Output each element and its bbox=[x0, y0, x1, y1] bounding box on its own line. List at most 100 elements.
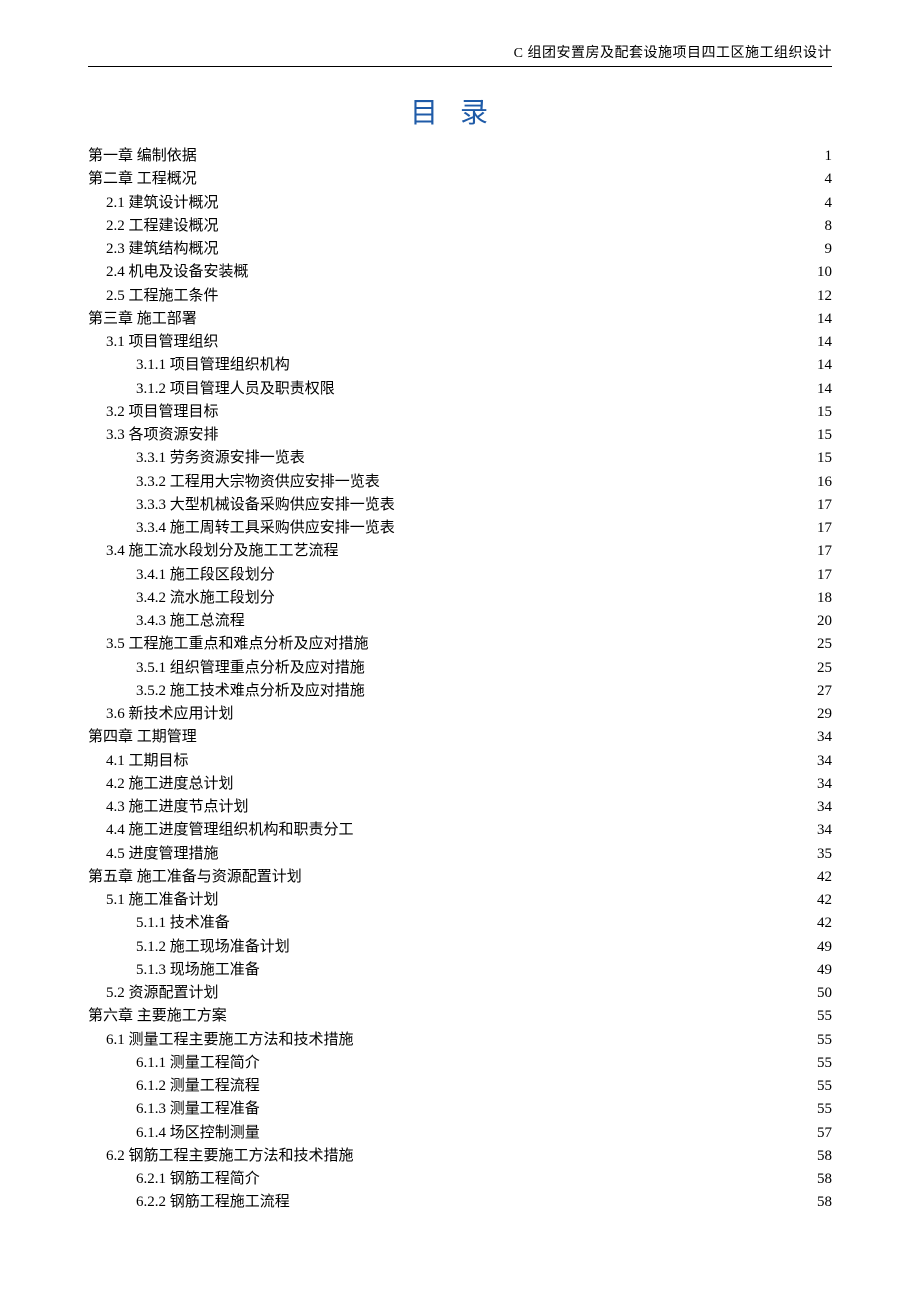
toc-entry-label: 3.5 工程施工重点和难点分析及应对措施 bbox=[106, 633, 369, 656]
toc-entry-page: 34 bbox=[817, 773, 832, 796]
toc-entry-label: 第三章 施工部署 bbox=[88, 308, 197, 331]
toc-entry-label: 2.4 机电及设备安装概 bbox=[106, 261, 249, 284]
toc-entry-label: 3.1.2 项目管理人员及职责权限 bbox=[136, 378, 335, 401]
toc-entry-page: 55 bbox=[817, 1075, 832, 1098]
toc-entry-page: 25 bbox=[817, 657, 832, 680]
toc-entry-label: 2.1 建筑设计概况 bbox=[106, 192, 219, 215]
toc-row: 3.1.1 项目管理组织机构 14 bbox=[88, 354, 832, 377]
toc-row: 3.3.1 劳务资源安排一览表15 bbox=[88, 447, 832, 470]
toc-row: 第六章 主要施工方案55 bbox=[88, 1005, 832, 1028]
toc-row: 4.4 施工进度管理组织机构和职责分工 34 bbox=[88, 819, 832, 842]
toc-entry-page: 17 bbox=[817, 494, 832, 517]
toc-row: 3.4.3 施工总流程20 bbox=[88, 610, 832, 633]
toc-row: 3.4.2 流水施工段划分 18 bbox=[88, 587, 832, 610]
toc-row: 5.2 资源配置计划50 bbox=[88, 982, 832, 1005]
toc-row: 6.1.2 测量工程流程 55 bbox=[88, 1075, 832, 1098]
table-of-contents: 第一章 编制依据 1第二章 工程概况42.1 建筑设计概况 4 2.2 工程建设概况 8… bbox=[88, 145, 832, 1215]
header-text: C 组团安置房及配套设施项目四工区施工组织设计 bbox=[514, 46, 832, 61]
toc-row: 3.3 各项资源安排15 bbox=[88, 424, 832, 447]
toc-entry-label: 6.2.1 钢筋工程简介 bbox=[136, 1168, 260, 1191]
toc-entry-label: 4.4 施工进度管理组织机构和职责分工 bbox=[106, 819, 354, 842]
toc-entry-page: 17 bbox=[817, 540, 832, 563]
toc-entry-page: 58 bbox=[817, 1168, 832, 1191]
toc-entry-label: 2.2 工程建设概况 bbox=[106, 215, 219, 238]
toc-row: 4.2 施工进度总计划34 bbox=[88, 773, 832, 796]
toc-row: 5.1.2 施工现场准备计划 49 bbox=[88, 936, 832, 959]
toc-row: 3.5 工程施工重点和难点分析及应对措施25 bbox=[88, 633, 832, 656]
toc-entry-label: 5.1.2 施工现场准备计划 bbox=[136, 936, 290, 959]
toc-entry-label: 3.3.3 大型机械设备采购供应安排一览表 bbox=[136, 494, 395, 517]
toc-entry-page: 9 bbox=[825, 238, 833, 261]
toc-entry-label: 3.4 施工流水段划分及施工工艺流程 bbox=[106, 540, 339, 563]
toc-row: 3.3.2 工程用大宗物资供应安排一览表16 bbox=[88, 471, 832, 494]
toc-entry-page: 29 bbox=[817, 703, 832, 726]
toc-entry-page: 35 bbox=[817, 843, 832, 866]
toc-entry-page: 14 bbox=[817, 354, 832, 377]
toc-entry-label: 第六章 主要施工方案 bbox=[88, 1005, 227, 1028]
toc-entry-label: 4.5 进度管理措施 bbox=[106, 843, 219, 866]
toc-row: 4.3 施工进度节点计划 34 bbox=[88, 796, 832, 819]
toc-row: 2.4 机电及设备安装概 10 bbox=[88, 261, 832, 284]
toc-entry-label: 3.5.2 施工技术难点分析及应对措施 bbox=[136, 680, 365, 703]
toc-entry-label: 2.5 工程施工条件 bbox=[106, 285, 219, 308]
toc-entry-page: 8 bbox=[825, 215, 833, 238]
toc-entry-page: 34 bbox=[817, 819, 832, 842]
toc-row: 第五章 施工准备与资源配置计划42 bbox=[88, 866, 832, 889]
toc-entry-label: 3.1 项目管理组织 bbox=[106, 331, 219, 354]
toc-row: 2.5 工程施工条件12 bbox=[88, 285, 832, 308]
toc-row: 3.3.4 施工周转工具采购供应安排一览表17 bbox=[88, 517, 832, 540]
toc-entry-page: 49 bbox=[817, 936, 832, 959]
toc-entry-page: 42 bbox=[817, 866, 832, 889]
toc-entry-label: 4.3 施工进度节点计划 bbox=[106, 796, 249, 819]
toc-row: 第四章 工期管理 34 bbox=[88, 726, 832, 749]
toc-entry-label: 第一章 编制依据 bbox=[88, 145, 197, 168]
toc-entry-label: 6.1.4 场区控制测量 bbox=[136, 1122, 260, 1145]
toc-entry-page: 34 bbox=[817, 726, 832, 749]
toc-entry-page: 27 bbox=[817, 680, 832, 703]
toc-entry-page: 15 bbox=[817, 447, 832, 470]
toc-entry-page: 1 bbox=[825, 145, 833, 168]
toc-row: 5.1.1 技术准备42 bbox=[88, 912, 832, 935]
toc-entry-label: 3.4.2 流水施工段划分 bbox=[136, 587, 275, 610]
toc-entry-label: 6.2 钢筋工程主要施工方法和技术措施 bbox=[106, 1145, 354, 1168]
toc-entry-page: 34 bbox=[817, 796, 832, 819]
toc-row: 第二章 工程概况4 bbox=[88, 168, 832, 191]
toc-entry-page: 58 bbox=[817, 1191, 832, 1214]
toc-row: 4.1 工期目标 34 bbox=[88, 750, 832, 773]
toc-entry-page: 55 bbox=[817, 1052, 832, 1075]
toc-entry-page: 4 bbox=[825, 168, 833, 191]
toc-entry-page: 20 bbox=[817, 610, 832, 633]
toc-row: 6.2.1 钢筋工程简介 58 bbox=[88, 1168, 832, 1191]
toc-row: 2.2 工程建设概况 8 bbox=[88, 215, 832, 238]
toc-row: 6.1.3 测量工程准备55 bbox=[88, 1098, 832, 1121]
toc-entry-page: 57 bbox=[817, 1122, 832, 1145]
toc-entry-label: 第四章 工期管理 bbox=[88, 726, 197, 749]
toc-entry-page: 17 bbox=[817, 564, 832, 587]
toc-entry-page: 15 bbox=[817, 401, 832, 424]
toc-entry-page: 55 bbox=[817, 1098, 832, 1121]
toc-entry-label: 6.1 测量工程主要施工方法和技术措施 bbox=[106, 1029, 354, 1052]
toc-entry-label: 6.1.2 测量工程流程 bbox=[136, 1075, 260, 1098]
toc-entry-label: 3.3.4 施工周转工具采购供应安排一览表 bbox=[136, 517, 395, 540]
toc-row: 6.1 测量工程主要施工方法和技术措施55 bbox=[88, 1029, 832, 1052]
toc-title: 目录 bbox=[88, 91, 832, 131]
toc-entry-page: 14 bbox=[817, 331, 832, 354]
toc-entry-page: 34 bbox=[817, 750, 832, 773]
toc-row: 3.1 项目管理组织 14 bbox=[88, 331, 832, 354]
toc-row: 6.2 钢筋工程主要施工方法和技术措施58 bbox=[88, 1145, 832, 1168]
toc-row: 5.1.3 现场施工准备49 bbox=[88, 959, 832, 982]
toc-row: 3.4.1 施工段区段划分17 bbox=[88, 564, 832, 587]
toc-entry-label: 5.1.3 现场施工准备 bbox=[136, 959, 260, 982]
toc-row: 3.4 施工流水段划分及施工工艺流程 17 bbox=[88, 540, 832, 563]
toc-entry-label: 3.1.1 项目管理组织机构 bbox=[136, 354, 290, 377]
toc-entry-label: 3.5.1 组织管理重点分析及应对措施 bbox=[136, 657, 365, 680]
toc-row: 3.1.2 项目管理人员及职责权限 14 bbox=[88, 378, 832, 401]
toc-row: 3.5.2 施工技术难点分析及应对措施 27 bbox=[88, 680, 832, 703]
toc-entry-page: 14 bbox=[817, 378, 832, 401]
toc-row: 5.1 施工准备计划42 bbox=[88, 889, 832, 912]
toc-entry-page: 15 bbox=[817, 424, 832, 447]
toc-entry-label: 4.1 工期目标 bbox=[106, 750, 189, 773]
toc-entry-page: 10 bbox=[817, 261, 832, 284]
toc-entry-page: 18 bbox=[817, 587, 832, 610]
toc-row: 6.1.1 测量工程简介55 bbox=[88, 1052, 832, 1075]
